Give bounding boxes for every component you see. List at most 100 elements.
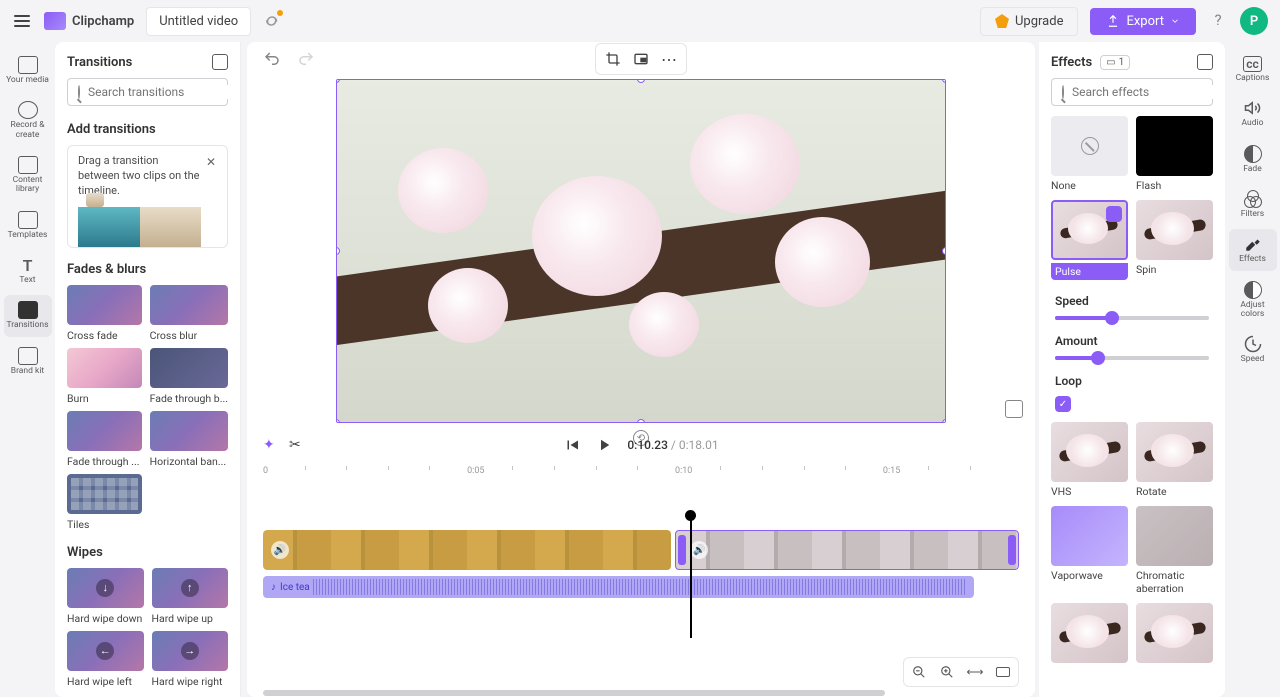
transition-hint: Drag a transition between two clips on t… [67,145,228,248]
skip-start-button[interactable] [563,436,581,454]
timeline-scrollbar[interactable] [263,690,885,696]
effect-settings-badge[interactable] [1106,206,1122,222]
popout-button[interactable] [212,54,228,70]
clipchamp-icon [44,12,66,30]
export-button[interactable]: Export [1090,8,1196,35]
rsb-audio[interactable]: Audio [1229,93,1277,134]
audio-clip[interactable]: ♪ Ice tea [263,576,974,598]
crop-button[interactable] [600,48,626,70]
chevron-down-icon [1170,16,1180,26]
resize-handle[interactable] [637,79,645,83]
resize-handle[interactable] [942,247,946,255]
transition-cross-blur[interactable]: Cross blur [150,285,228,342]
sidebar-brand-kit[interactable]: Brand kit [4,341,52,382]
rsb-adjust-colors[interactable]: Adjust colors [1229,275,1277,326]
effect-extra-1[interactable] [1051,603,1128,663]
fullscreen-button[interactable] [1005,400,1023,418]
rsb-filters[interactable]: Filters [1229,184,1277,225]
effect-pulse[interactable]: Pulse [1051,200,1128,280]
loop-checkbox[interactable]: ✓ [1055,396,1071,412]
sidebar-text[interactable]: TText [4,250,52,291]
redo-button[interactable] [297,50,315,68]
zoom-in-button[interactable] [936,662,958,682]
effect-spin[interactable]: Spin [1136,200,1213,280]
speed-slider[interactable] [1055,316,1209,320]
transition-hard-wipe-right[interactable]: →Hard wipe right [152,631,229,688]
transition-burn[interactable]: Burn [67,348,142,405]
zoom-out-button[interactable] [908,662,930,682]
amount-slider[interactable] [1055,356,1209,360]
filters-icon [1244,190,1262,208]
resize-handle[interactable] [637,419,645,423]
sidebar-record-create[interactable]: Record & create [4,95,52,146]
resize-handle[interactable] [336,79,340,83]
upgrade-button[interactable]: Upgrade [980,7,1078,36]
rsb-fade[interactable]: Fade [1229,139,1277,180]
resize-handle[interactable] [942,79,946,83]
user-avatar[interactable]: P [1240,7,1268,35]
library-icon [18,156,38,174]
transitions-search-input[interactable] [88,85,241,99]
effect-vaporwave[interactable]: Vaporwave [1051,506,1128,595]
split-button[interactable]: ✂ [289,437,305,453]
effect-flash[interactable]: Flash [1136,116,1213,192]
video-clip-1[interactable]: 🔊 [263,530,671,570]
effect-rotate[interactable]: Rotate [1136,422,1213,498]
timeline-ruler[interactable]: 0 0:05 0:10 0:15 [263,466,1019,484]
transition-horizontal-band[interactable]: Horizontal ban... [150,411,228,468]
clip-audio-icon[interactable]: 🔊 [690,541,708,559]
video-clip-2[interactable]: 🔊 [675,530,1019,570]
media-icon [18,56,38,74]
effects-search-input[interactable] [1072,85,1225,99]
sidebar-transitions[interactable]: Transitions [4,295,52,336]
transition-hard-wipe-up[interactable]: ↑Hard wipe up [152,568,229,625]
hamburger-menu[interactable] [12,11,32,31]
sidebar-your-media[interactable]: Your media [4,50,52,91]
undo-button[interactable] [263,50,281,68]
more-button[interactable]: ⋯ [656,48,682,70]
resize-handle[interactable] [942,419,946,423]
sync-status-icon[interactable] [263,12,281,30]
clip-audio-icon[interactable]: 🔊 [271,541,289,559]
effects-popout-button[interactable] [1197,54,1213,70]
transition-hard-wipe-left[interactable]: ←Hard wipe left [67,631,144,688]
captions-icon: cc [1243,56,1262,72]
export-icon [1106,14,1120,28]
hint-illustration [78,207,201,247]
ai-sparkle-button[interactable]: ✦ [263,437,279,453]
effects-search[interactable] [1051,78,1213,106]
clip-trim-left[interactable] [678,535,686,565]
transition-tiles[interactable]: Tiles [67,474,142,531]
clip-trim-right[interactable] [1008,535,1016,565]
rsb-captions[interactable]: ccCaptions [1229,50,1277,89]
rsb-speed[interactable]: Speed [1229,329,1277,370]
hint-close-button[interactable]: ✕ [203,154,219,170]
resize-handle[interactable] [336,419,340,423]
transition-hard-wipe-down[interactable]: ↓Hard wipe down [67,568,144,625]
brand-icon [18,347,38,365]
app-logo[interactable]: Clipchamp [44,12,134,30]
transition-cross-fade[interactable]: Cross fade [67,285,142,342]
play-button[interactable] [595,436,613,454]
playhead[interactable] [690,516,692,638]
zoom-fit-button[interactable]: ⟷ [964,662,986,682]
effect-none[interactable]: None [1051,116,1128,192]
transition-fade-through-b[interactable]: Fade through b... [150,348,228,405]
rsb-effects[interactable]: Effects [1229,229,1277,270]
timeline-view-button[interactable] [992,662,1014,682]
transitions-search[interactable] [67,78,228,106]
effect-vhs[interactable]: VHS [1051,422,1128,498]
effect-chromatic-aberration[interactable]: Chromatic aberration [1136,506,1213,595]
transition-fade-through[interactable]: Fade through ... [67,411,142,468]
amount-label: Amount [1055,334,1209,348]
upgrade-label: Upgrade [1015,14,1063,29]
effect-extra-2[interactable] [1136,603,1213,663]
help-button[interactable]: ? [1208,11,1228,31]
video-preview[interactable] [336,79,946,423]
sidebar-templates[interactable]: Templates [4,205,52,246]
project-title[interactable]: Untitled video [146,7,251,36]
pip-button[interactable] [628,48,654,70]
resize-handle[interactable] [336,247,340,255]
record-icon [18,101,38,119]
sidebar-content-library[interactable]: Content library [4,150,52,201]
